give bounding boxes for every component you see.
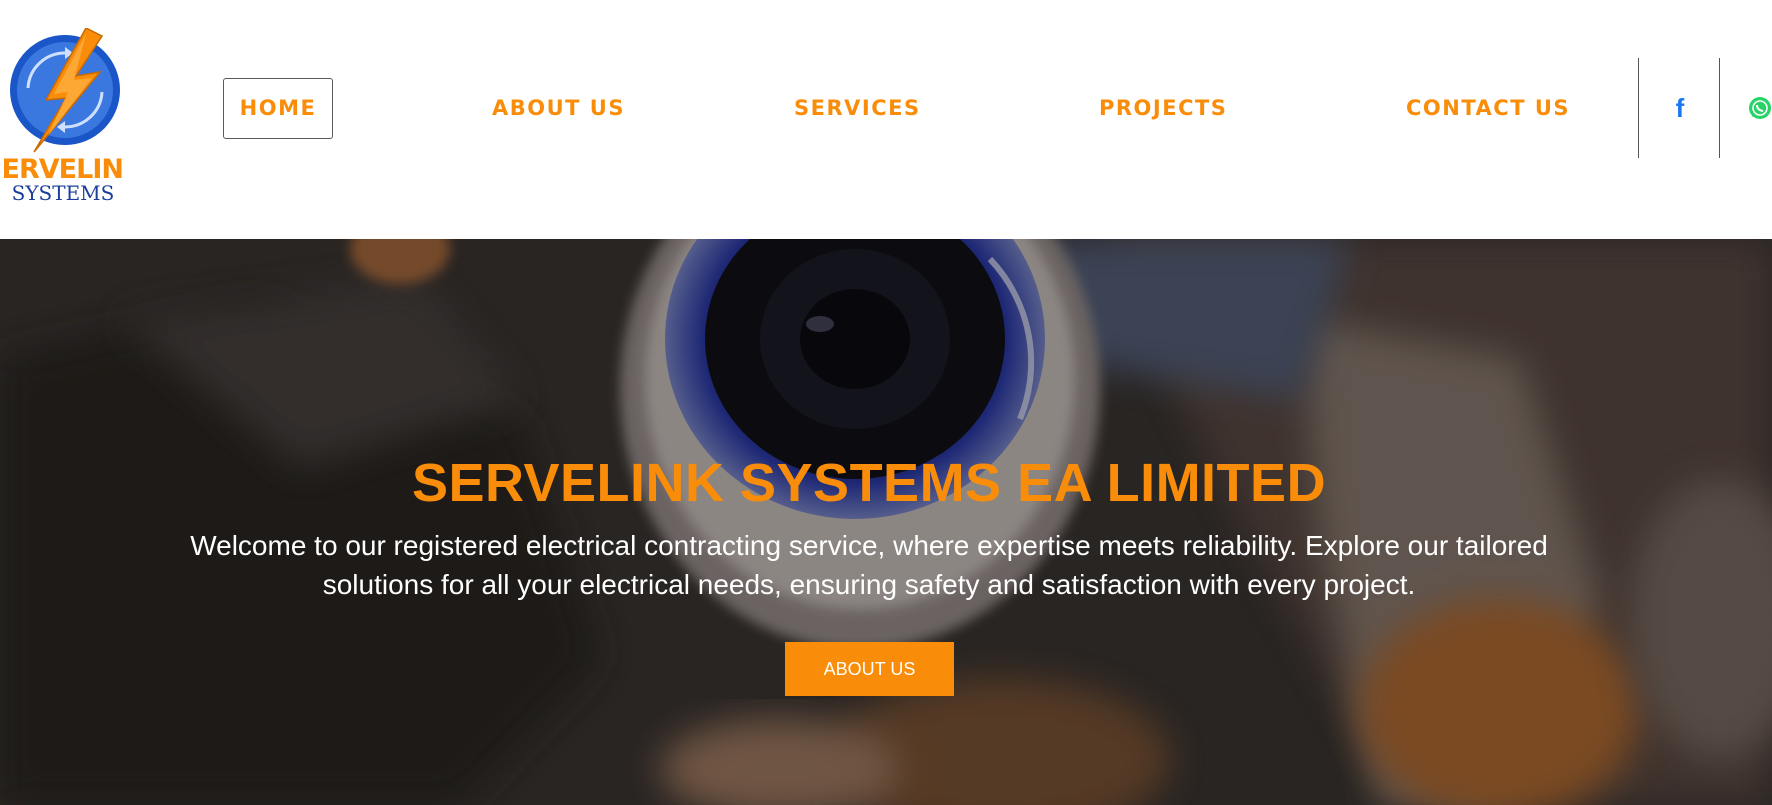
nav-home[interactable]: HOME bbox=[223, 78, 333, 139]
hero-description: Welcome to our registered electrical con… bbox=[190, 530, 1548, 600]
hero-about-us-button[interactable]: ABOUT US bbox=[785, 642, 954, 696]
whatsapp-icon[interactable] bbox=[1748, 96, 1772, 120]
hero-overlay bbox=[0, 239, 1772, 805]
company-logo[interactable]: SERVELINK SYSTEMS bbox=[4, 28, 122, 204]
logo-wordmark-bottom: SYSTEMS bbox=[12, 181, 115, 204]
logo-graphic: SERVELINK SYSTEMS bbox=[4, 28, 122, 204]
nav-about-us[interactable]: ABOUT US bbox=[492, 78, 625, 138]
facebook-icon[interactable]: f bbox=[1670, 94, 1690, 122]
hero-section: SERVELINK SYSTEMS EA LIMITED Welcome to … bbox=[0, 239, 1772, 805]
social-divider-right bbox=[1719, 58, 1720, 158]
nav-services[interactable]: SERVICES bbox=[794, 78, 921, 138]
hero-title: SERVELINK SYSTEMS EA LIMITED bbox=[411, 453, 1327, 513]
nav-projects[interactable]: PROJECTS bbox=[1099, 78, 1227, 138]
nav-contact-us[interactable]: CONTACT US bbox=[1406, 78, 1570, 138]
site-header: SERVELINK SYSTEMS HOME ABOUT US SERVICES… bbox=[0, 0, 1772, 239]
social-divider-left bbox=[1638, 58, 1639, 158]
